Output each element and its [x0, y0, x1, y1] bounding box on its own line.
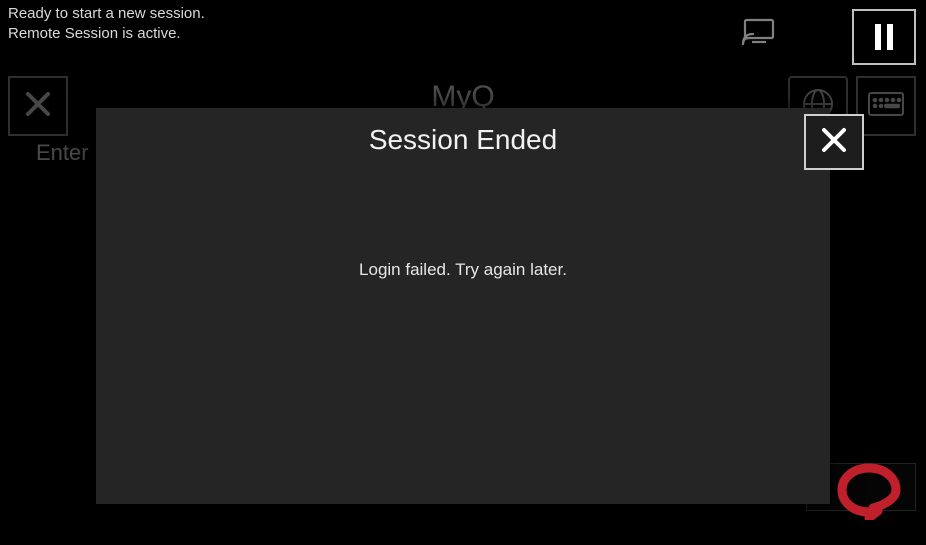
pause-icon	[873, 24, 895, 50]
dialog-title: Session Ended	[96, 124, 830, 156]
status-bar: Ready to start a new session. Remote Ses…	[0, 0, 926, 60]
close-icon	[819, 125, 849, 160]
dialog-close-button[interactable]	[804, 114, 864, 170]
pause-button[interactable]	[852, 9, 916, 65]
chat-button[interactable]	[836, 462, 902, 525]
chat-icon	[836, 507, 902, 524]
cast-icon	[742, 18, 776, 51]
dialog-message: Login failed. Try again later.	[96, 260, 830, 280]
close-icon	[23, 89, 53, 124]
login-close-button	[8, 76, 68, 136]
keyboard-button	[856, 76, 916, 136]
status-line-1: Ready to start a new session.	[8, 4, 918, 24]
session-ended-dialog: Session Ended Login failed. Try again la…	[96, 108, 830, 504]
keyboard-icon	[868, 92, 904, 121]
status-line-2: Remote Session is active.	[8, 24, 918, 44]
